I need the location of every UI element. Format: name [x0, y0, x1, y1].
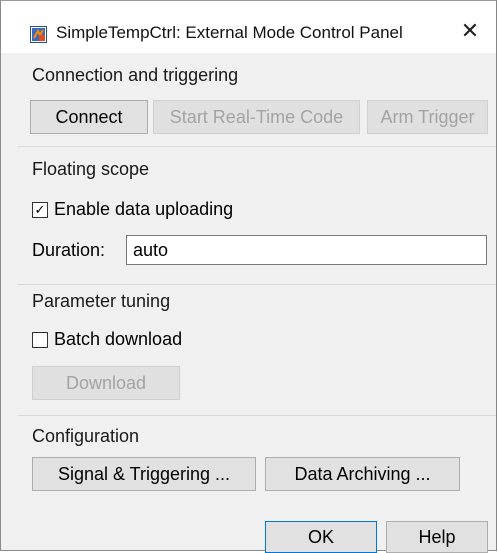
- start-real-time-code-button[interactable]: Start Real-Time Code: [153, 100, 360, 134]
- duration-label: Duration:: [32, 240, 106, 260]
- checkmark-icon[interactable]: ✓: [32, 201, 48, 218]
- signal-triggering-button[interactable]: Signal & Triggering ...: [32, 457, 256, 491]
- connection-group-title: Connection and triggering: [32, 65, 239, 86]
- simulink-app-icon: [30, 26, 47, 43]
- divider: [18, 146, 496, 147]
- ok-button[interactable]: OK: [265, 521, 377, 553]
- title-bar[interactable]: SimpleTempCtrl: External Mode Control Pa…: [1, 1, 496, 53]
- close-icon[interactable]: ✕: [456, 17, 484, 45]
- configuration-group-title: Configuration: [32, 426, 140, 447]
- window-title: SimpleTempCtrl: External Mode Control Pa…: [56, 23, 403, 42]
- parameter-tuning-group-title: Parameter tuning: [32, 291, 171, 312]
- batch-download-checkbox[interactable]: Batch download: [32, 329, 182, 350]
- external-mode-control-panel-window: SimpleTempCtrl: External Mode Control Pa…: [0, 0, 497, 553]
- divider: [18, 284, 496, 285]
- connect-button[interactable]: Connect: [30, 100, 148, 134]
- enable-data-uploading-checkbox[interactable]: ✓ Enable data uploading: [32, 199, 233, 220]
- enable-data-uploading-label: Enable data uploading: [54, 199, 234, 219]
- data-archiving-button[interactable]: Data Archiving ...: [265, 457, 460, 491]
- divider: [18, 415, 496, 416]
- help-button[interactable]: Help: [386, 521, 488, 553]
- batch-download-label: Batch download: [54, 329, 183, 349]
- arm-trigger-button[interactable]: Arm Trigger: [367, 100, 488, 134]
- download-button[interactable]: Download: [32, 366, 180, 400]
- duration-input[interactable]: auto: [126, 235, 487, 265]
- floating-scope-group-title: Floating scope: [32, 159, 150, 180]
- checkbox-icon[interactable]: [32, 331, 48, 348]
